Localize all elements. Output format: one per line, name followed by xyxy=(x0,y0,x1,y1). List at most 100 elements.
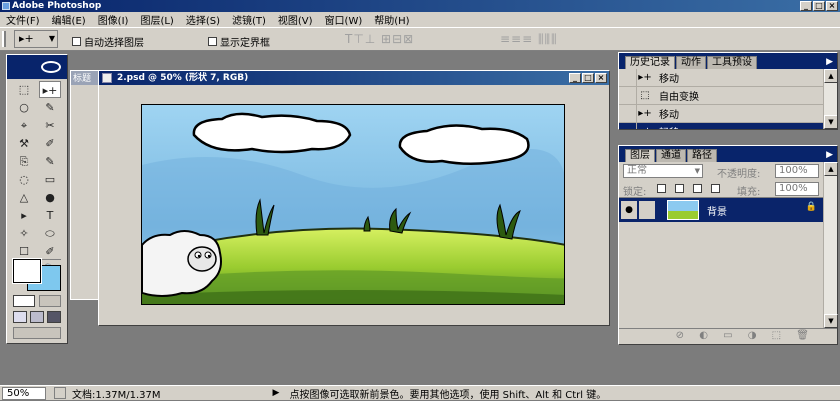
eyedropper-icon[interactable]: ✐ xyxy=(39,243,61,260)
history-item-label: 轻移 xyxy=(659,124,679,129)
menu-edit[interactable]: 编辑(E) xyxy=(52,12,86,27)
stamp-tool-icon[interactable]: ⎘ xyxy=(13,153,35,170)
jump-to-imageready-button[interactable] xyxy=(13,327,61,339)
image-canvas[interactable] xyxy=(141,104,565,305)
right-cloud xyxy=(398,124,530,166)
show-bounding-box-option[interactable]: 显示定界框 xyxy=(208,34,270,49)
foreground-color-swatch[interactable] xyxy=(12,258,42,284)
layers-bottom-toolbar[interactable]: ⊘ ◐ ▭ ◑ ⬚ 🗑 xyxy=(619,328,837,344)
lock-image-checkbox[interactable] xyxy=(675,184,684,193)
document-window[interactable]: 2.psd @ 50% (形状 7, RGB) _ □ × xyxy=(98,70,610,326)
screen-mode-standard-icon[interactable] xyxy=(13,311,27,323)
status-menu-arrow-icon[interactable]: ▶ xyxy=(273,388,280,398)
crop-tool-icon[interactable]: ⌖ xyxy=(13,117,35,134)
status-hint: 点按图像可选取新前景色。要用其他选项，使用 Shift、Alt 和 Ctrl 键… xyxy=(289,389,607,401)
scroll-up-icon[interactable]: ▲ xyxy=(824,69,837,83)
history-panel: 历史记录 动作 工具预设 ▶ ▸+ 移动 ⬚ 自由变换 ▸+ 移动 ▸+ 轻移 ▲ ▼ xyxy=(618,52,838,130)
type-tool-icon[interactable]: T xyxy=(39,207,61,224)
history-item[interactable]: ▸+ 移动 xyxy=(619,104,837,123)
menu-file[interactable]: 文件(F) xyxy=(6,12,40,27)
zoom-field[interactable]: 50% xyxy=(2,386,46,400)
align-buttons[interactable]: T⊤⊥ ⊞⊟⊠ xyxy=(345,32,414,46)
path-select-icon[interactable]: ▸ xyxy=(13,207,35,224)
show-bounds-checkbox[interactable] xyxy=(208,37,217,46)
move-tool-icon: ▸+ xyxy=(19,32,34,45)
adobe-online-icon[interactable] xyxy=(41,61,61,73)
tab-layers[interactable]: 图层 xyxy=(625,149,655,162)
history-brush-icon[interactable]: ✎ xyxy=(39,153,61,170)
blur-tool-icon[interactable]: △ xyxy=(13,189,35,206)
tab-tool-presets[interactable]: 工具预设 xyxy=(707,56,757,69)
auto-select-label: 自动选择图层 xyxy=(84,38,144,49)
history-item-active[interactable]: ▸+ 轻移 xyxy=(619,122,837,130)
auto-select-checkbox[interactable] xyxy=(72,37,81,46)
brush-tool-icon[interactable]: ✐ xyxy=(39,135,61,152)
menu-help[interactable]: 帮助(H) xyxy=(374,12,409,27)
menu-filter[interactable]: 滤镜(T) xyxy=(232,12,266,27)
maximize-button[interactable]: □ xyxy=(813,1,825,11)
magic-wand-icon[interactable]: ✎ xyxy=(39,99,61,116)
menu-layer[interactable]: 图层(L) xyxy=(140,12,173,27)
nudge-step-icon: ▸+ xyxy=(637,123,653,130)
doc-minimize-button[interactable]: _ xyxy=(569,73,581,83)
screen-mode-full-icon[interactable] xyxy=(47,311,61,323)
history-item-label: 移动 xyxy=(659,110,679,121)
notes-tool-icon[interactable]: ☐ xyxy=(13,243,35,260)
close-button[interactable]: × xyxy=(826,1,838,11)
doc-maximize-button[interactable]: □ xyxy=(582,73,594,83)
tab-history[interactable]: 历史记录 xyxy=(625,56,675,69)
dodge-tool-icon[interactable]: ● xyxy=(39,189,61,206)
slice-tool-icon[interactable]: ✂ xyxy=(39,117,61,134)
panel-menu-icon[interactable]: ▶ xyxy=(826,55,833,69)
app-title-bar: Adobe Photoshop _ □ × xyxy=(0,0,840,12)
history-item[interactable]: ⬚ 自由变换 xyxy=(619,86,837,105)
layer-link-icon[interactable] xyxy=(639,201,655,219)
marquee-tool-icon[interactable]: ⬚ xyxy=(13,81,35,98)
tool-preset-picker[interactable]: ▸+ ▼ xyxy=(14,30,58,48)
document-icon xyxy=(102,73,112,83)
layer-row-background[interactable]: ● 背景 🔒 xyxy=(619,198,837,222)
auto-select-layer-option[interactable]: 自动选择图层 xyxy=(72,34,144,49)
opacity-field[interactable]: 100% xyxy=(775,164,819,178)
healing-brush-icon[interactable]: ⚒ xyxy=(13,135,35,152)
tab-paths[interactable]: 路径 xyxy=(687,149,717,162)
scroll-down-icon[interactable]: ▼ xyxy=(824,115,837,129)
gradient-tool-icon[interactable]: ▭ xyxy=(39,171,61,188)
pen-tool-icon[interactable]: ✧ xyxy=(13,225,35,242)
scroll-up-icon[interactable]: ▲ xyxy=(824,162,838,176)
shape-tool-icon[interactable]: ⬭ xyxy=(39,225,61,242)
layer-name: 背景 xyxy=(707,207,727,218)
minimize-button[interactable]: _ xyxy=(800,1,812,11)
quick-mask-button[interactable] xyxy=(39,295,61,307)
screen-mode-full-menu-icon[interactable] xyxy=(30,311,44,323)
menu-view[interactable]: 视图(V) xyxy=(278,12,313,27)
doc-close-button[interactable]: × xyxy=(595,73,607,83)
toolbox-header[interactable] xyxy=(7,55,67,79)
layer-visibility-eye-icon[interactable]: ● xyxy=(621,201,637,219)
menu-window[interactable]: 窗口(W) xyxy=(325,12,363,27)
tab-channels[interactable]: 通道 xyxy=(656,149,686,162)
document-title: 2.psd @ 50% (形状 7, RGB) xyxy=(117,73,249,83)
scroll-down-icon[interactable]: ▼ xyxy=(824,314,838,328)
panel-menu-icon[interactable]: ▶ xyxy=(826,148,833,162)
blend-mode-select[interactable]: 正常 ▼ xyxy=(623,164,703,178)
status-preview-icon[interactable] xyxy=(54,387,66,399)
fill-field[interactable]: 100% xyxy=(775,182,819,196)
tab-actions[interactable]: 动作 xyxy=(676,56,706,69)
blend-mode-value: 正常 xyxy=(627,165,647,176)
lock-transparency-checkbox[interactable] xyxy=(657,184,666,193)
standard-mode-button[interactable] xyxy=(13,295,35,307)
lock-all-checkbox[interactable] xyxy=(711,184,720,193)
lasso-tool-icon[interactable]: ○ xyxy=(13,99,35,116)
options-grip[interactable] xyxy=(2,31,6,47)
move-tool-icon[interactable]: ▸+ xyxy=(39,81,61,98)
layers-scrollbar[interactable]: ▲ ▼ xyxy=(823,162,838,328)
history-item[interactable]: ▸+ 移动 xyxy=(619,69,837,87)
menu-select[interactable]: 选择(S) xyxy=(186,12,220,27)
eraser-tool-icon[interactable]: ◌ xyxy=(13,171,35,188)
distribute-buttons[interactable]: ≡≡≡ ⫼⫼⫼ xyxy=(500,32,558,47)
menu-image[interactable]: 图像(I) xyxy=(98,12,129,27)
lock-position-checkbox[interactable] xyxy=(693,184,702,193)
document-title-bar[interactable]: 2.psd @ 50% (形状 7, RGB) _ □ × xyxy=(99,71,609,85)
history-scrollbar[interactable]: ▲ ▼ xyxy=(823,69,837,129)
